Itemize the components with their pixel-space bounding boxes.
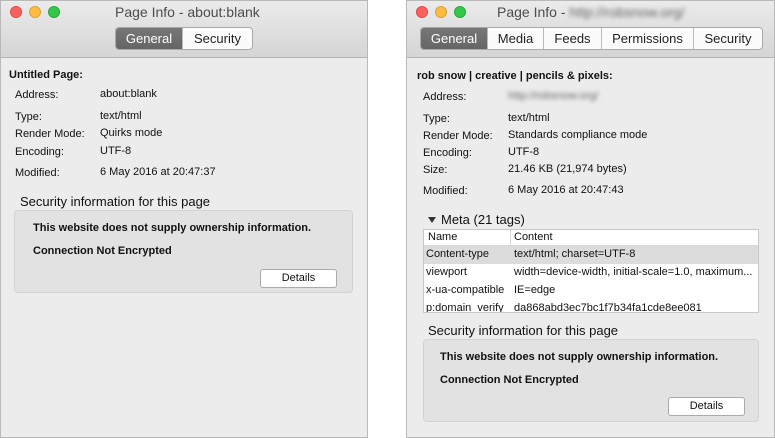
- meta-name-cell: Content-type: [426, 248, 489, 260]
- tab-permissions[interactable]: Permissions: [602, 28, 694, 49]
- page-info-window-blank: Page Info - about:blank General Security…: [0, 0, 368, 438]
- minimize-window-button[interactable]: [29, 6, 41, 18]
- encoding-label: Encoding:: [15, 146, 64, 158]
- tab-general[interactable]: General: [116, 28, 183, 49]
- window-title: Page Info - http://robsnow.org/: [497, 4, 685, 20]
- security-heading: Security information for this page: [20, 194, 211, 209]
- minimize-window-button[interactable]: [435, 6, 447, 18]
- tab-security[interactable]: Security: [183, 28, 252, 49]
- ownership-text: This website does not supply ownership i…: [440, 351, 719, 363]
- encoding-value: UTF-8: [100, 145, 132, 157]
- window-title-prefix: Page Info -: [497, 4, 566, 20]
- encoding-label: Encoding:: [423, 147, 472, 159]
- meta-name-cell: x-ua-compatible: [426, 284, 505, 296]
- render-mode-label: Render Mode:: [15, 128, 85, 140]
- meta-heading: Meta (21 tags): [441, 212, 525, 227]
- meta-content-cell: text/html; charset=UTF-8: [514, 248, 636, 260]
- details-button[interactable]: Details: [668, 397, 745, 416]
- modified-value: 6 May 2016 at 20:47:43: [508, 184, 624, 196]
- address-label: Address:: [423, 91, 467, 103]
- security-panel: This website does not supply ownership i…: [423, 339, 759, 422]
- window-title-url: http://robsnow.org/: [569, 4, 685, 20]
- page-info-window-robsnow: Page Info - http://robsnow.org/ General …: [406, 0, 775, 438]
- table-row[interactable]: Content-type text/html; charset=UTF-8: [424, 246, 758, 264]
- modified-value: 6 May 2016 at 20:47:37: [100, 166, 216, 178]
- size-label: Size:: [423, 164, 448, 176]
- render-mode-label: Render Mode:: [423, 130, 493, 142]
- details-button[interactable]: Details: [260, 269, 337, 288]
- meta-content-cell: da868abd3ec7bc1f7b34fa1cde8ee081: [514, 302, 702, 313]
- meta-disclosure[interactable]: Meta (21 tags): [428, 212, 525, 227]
- type-value: text/html: [508, 112, 550, 124]
- address-value: about:blank: [100, 88, 157, 100]
- meta-table[interactable]: Name Content Content-type text/html; cha…: [423, 229, 759, 313]
- tab-bar: General Security: [115, 27, 253, 50]
- zoom-window-button[interactable]: [48, 6, 60, 18]
- page-title: Untitled Page:: [9, 69, 83, 81]
- address-label: Address:: [15, 89, 59, 101]
- tab-security[interactable]: Security: [694, 28, 762, 49]
- encoding-value: UTF-8: [508, 146, 540, 158]
- ownership-text: This website does not supply ownership i…: [33, 222, 312, 234]
- type-label: Type:: [423, 113, 450, 125]
- close-window-button[interactable]: [416, 6, 428, 18]
- connection-status: Connection Not Encrypted: [440, 374, 579, 386]
- security-panel: This website does not supply ownership i…: [14, 210, 353, 293]
- window-title: Page Info - about:blank: [115, 4, 260, 20]
- disclosure-triangle-icon[interactable]: [428, 217, 436, 223]
- modified-label: Modified:: [423, 185, 468, 197]
- tab-media[interactable]: Media: [488, 28, 544, 49]
- tab-general[interactable]: General: [421, 28, 488, 49]
- meta-name-cell: viewport: [426, 266, 467, 278]
- render-mode-value: Quirks mode: [100, 127, 163, 139]
- type-label: Type:: [15, 111, 42, 123]
- tab-feeds[interactable]: Feeds: [544, 28, 602, 49]
- window-titlebar: Page Info - about:blank General Security: [1, 1, 367, 58]
- meta-content-cell: width=device-width, initial-scale=1.0, m…: [514, 266, 753, 278]
- modified-label: Modified:: [15, 167, 60, 179]
- close-window-button[interactable]: [10, 6, 22, 18]
- type-value: text/html: [100, 110, 142, 122]
- table-row[interactable]: p:domain_verify da868abd3ec7bc1f7b34fa1c…: [424, 300, 758, 313]
- meta-name-cell: p:domain_verify: [426, 302, 504, 313]
- connection-status: Connection Not Encrypted: [33, 245, 172, 257]
- tab-bar: General Media Feeds Permissions Security: [420, 27, 763, 50]
- meta-table-header: Name Content: [424, 230, 758, 246]
- address-value: http://robsnow.org/: [508, 90, 599, 102]
- page-title: rob snow | creative | pencils & pixels:: [417, 70, 613, 82]
- column-header-name[interactable]: Name: [428, 231, 457, 243]
- table-row[interactable]: viewport width=device-width, initial-sca…: [424, 264, 758, 282]
- table-row[interactable]: x-ua-compatible IE=edge: [424, 282, 758, 300]
- size-value: 21.46 KB (21,974 bytes): [508, 163, 627, 175]
- column-header-content[interactable]: Content: [514, 231, 553, 243]
- zoom-window-button[interactable]: [454, 6, 466, 18]
- security-heading: Security information for this page: [428, 323, 619, 338]
- window-titlebar: Page Info - http://robsnow.org/ General …: [407, 1, 774, 58]
- meta-content-cell: IE=edge: [514, 284, 556, 296]
- render-mode-value: Standards compliance mode: [508, 129, 648, 141]
